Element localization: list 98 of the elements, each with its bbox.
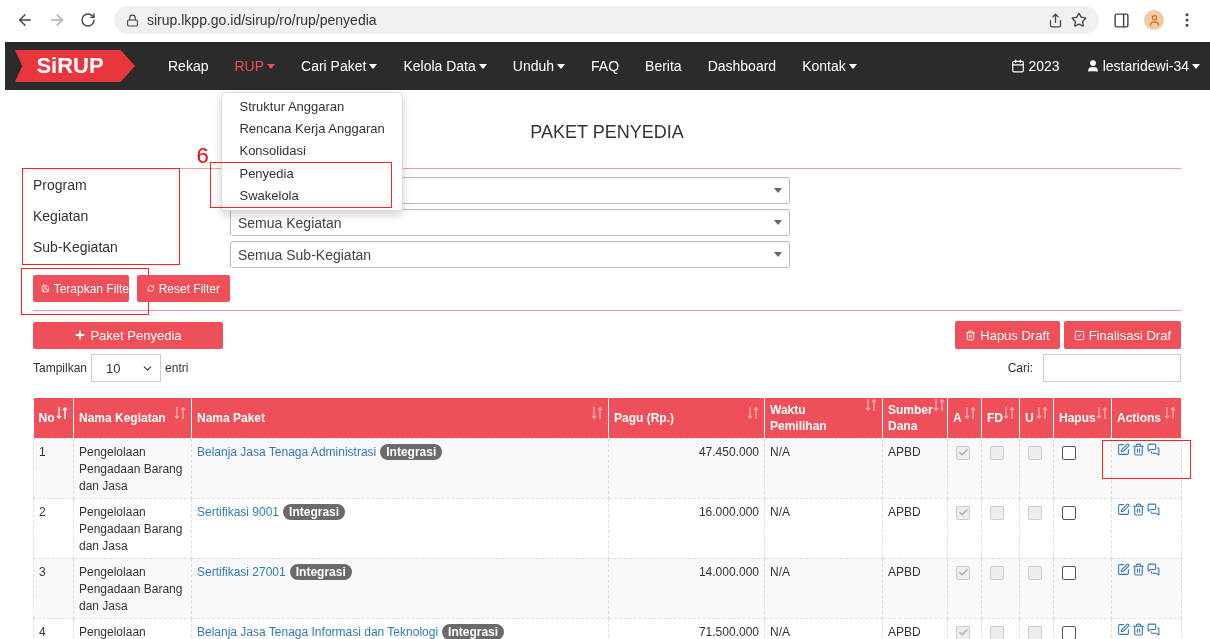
url-text: sirup.lkpp.go.id/sirup/ro/rup/penyedia xyxy=(147,12,377,28)
page-length-select[interactable]: 10 xyxy=(91,354,162,382)
edit-icon[interactable] xyxy=(1117,622,1130,636)
checkbox-icon xyxy=(1073,329,1085,341)
checkbox[interactable] xyxy=(1062,565,1076,580)
table-cell: 1 xyxy=(33,438,74,498)
filter-label: Program xyxy=(33,177,88,195)
plus-icon xyxy=(74,329,87,341)
calendar-icon xyxy=(1011,59,1026,73)
nav-item[interactable]: Dashboard xyxy=(694,42,790,90)
profile-avatar[interactable] xyxy=(1144,10,1164,30)
user-icon xyxy=(1085,59,1100,73)
edit-icon[interactable] xyxy=(1117,502,1130,516)
tag: Integrasi xyxy=(442,623,505,639)
edit-icon[interactable] xyxy=(1117,442,1130,456)
nav-item[interactable]: Kelola Data xyxy=(390,42,500,90)
lock-icon xyxy=(126,13,139,27)
search-label: Cari: xyxy=(1007,361,1033,375)
column-header[interactable]: Actions xyxy=(1111,398,1182,438)
caret-icon xyxy=(1192,63,1200,69)
trash-icon[interactable] xyxy=(1132,562,1145,576)
checkbox[interactable] xyxy=(1062,625,1076,639)
edit-icon[interactable] xyxy=(1117,562,1130,576)
delete-draft-button[interactable]: Hapus Draft xyxy=(955,321,1060,349)
length-label: entri xyxy=(165,361,189,375)
nav-item[interactable]: Kontak xyxy=(789,42,870,90)
tag: Integrasi xyxy=(289,563,352,580)
table-cell: 2 xyxy=(33,498,74,558)
menu-item[interactable]: Swakelola xyxy=(222,185,392,207)
caret-icon xyxy=(848,63,857,69)
tag: Integrasi xyxy=(283,503,346,520)
refresh-icon xyxy=(147,283,155,294)
trash-icon[interactable] xyxy=(1132,442,1145,456)
annotation-number: 6 xyxy=(196,143,209,169)
package-link[interactable]: Sertifikasi 27001 xyxy=(197,564,286,579)
chat-icon[interactable] xyxy=(1147,562,1160,576)
trash-icon xyxy=(965,329,977,341)
reload-icon[interactable] xyxy=(80,12,96,28)
column-header[interactable]: Waktu Pemilihan xyxy=(764,398,883,438)
caret-icon xyxy=(267,63,276,69)
site-logo[interactable]: SiRUP xyxy=(15,50,135,82)
checkbox[interactable] xyxy=(1062,445,1076,460)
column-header[interactable]: U xyxy=(1019,398,1054,438)
nav-item[interactable]: Berita xyxy=(632,42,695,90)
column-header[interactable]: A xyxy=(947,398,982,438)
chat-icon[interactable] xyxy=(1147,442,1160,456)
sort-icon[interactable] xyxy=(56,405,68,420)
back-icon[interactable] xyxy=(16,11,34,29)
add-package-button[interactable]: Paket Penyedia xyxy=(33,321,223,349)
side-panel-icon[interactable] xyxy=(1113,11,1130,29)
apply-filter-button[interactable]: Terapkan Filte xyxy=(33,275,129,302)
menu-item[interactable]: Rencana Kerja Anggaran xyxy=(222,118,403,140)
package-link[interactable]: Belanja Jasa Tenaga Administrasi xyxy=(197,444,377,459)
address-bar[interactable]: sirup.lkpp.go.id/sirup/ro/rup/penyedia xyxy=(114,6,1099,34)
column-header[interactable]: FD xyxy=(981,398,1020,438)
menu-item[interactable]: Konsolidasi xyxy=(222,140,403,162)
column-header[interactable]: Pagu (Rp.) xyxy=(608,398,765,438)
chat-icon[interactable] xyxy=(1147,622,1160,636)
tag: Integrasi xyxy=(380,443,443,460)
star-icon[interactable] xyxy=(1071,12,1087,28)
finalize-draft-button[interactable]: Finalisasi Draf xyxy=(1063,321,1181,349)
page-title: PAKET PENYEDIA xyxy=(530,121,684,143)
save-icon xyxy=(41,283,50,294)
column-header[interactable]: Nama Kegiatan xyxy=(73,398,192,438)
package-link[interactable]: Sertifikasi 9001 xyxy=(197,504,280,519)
search-field[interactable] xyxy=(1043,354,1181,382)
nav-item[interactable]: FAQ xyxy=(578,42,633,90)
chat-icon[interactable] xyxy=(1147,502,1160,516)
checkbox[interactable] xyxy=(1062,505,1076,520)
table-cell: 3 xyxy=(33,558,74,618)
caret-icon xyxy=(369,63,378,69)
share-icon[interactable] xyxy=(1048,12,1063,28)
caret-icon xyxy=(478,63,487,69)
column-header[interactable]: No xyxy=(33,398,74,438)
user-menu[interactable]: lestaridewi-34 xyxy=(1085,58,1200,74)
filter-label: Kegiatan xyxy=(33,208,90,226)
nav-item[interactable]: RUP xyxy=(221,42,289,90)
nav-item[interactable]: Rekap xyxy=(155,42,222,90)
sort-icon[interactable] xyxy=(932,397,945,412)
year-selector[interactable]: 2023 xyxy=(1011,58,1060,74)
filter-select[interactable]: Semua Kegiatan xyxy=(230,209,790,236)
package-link[interactable]: Belanja Jasa Tenaga Informasi dan Teknologi xyxy=(197,624,439,639)
caret-icon xyxy=(557,63,566,69)
nav-item[interactable]: Cari Paket xyxy=(288,42,391,90)
column-header[interactable]: Nama Paket xyxy=(191,398,609,438)
sort-icon[interactable] xyxy=(865,397,877,412)
menu-item[interactable]: Penyedia xyxy=(222,163,392,185)
column-header[interactable]: Sumber Dana xyxy=(882,398,948,438)
length-label: Tampilkan xyxy=(33,361,88,375)
filter-select[interactable]: Semua Sub-Kegiatan xyxy=(230,241,790,268)
column-header[interactable]: Hapus xyxy=(1053,398,1112,438)
trash-icon[interactable] xyxy=(1132,622,1145,636)
menu-item[interactable]: Struktur Anggaran xyxy=(222,96,403,118)
filter-label: Sub-Kegiatan xyxy=(33,239,119,257)
trash-icon[interactable] xyxy=(1132,502,1145,516)
reset-filter-button[interactable]: Reset Filter xyxy=(137,275,230,302)
table-cell: 4 xyxy=(33,618,74,639)
nav-item[interactable]: Unduh xyxy=(499,42,579,90)
